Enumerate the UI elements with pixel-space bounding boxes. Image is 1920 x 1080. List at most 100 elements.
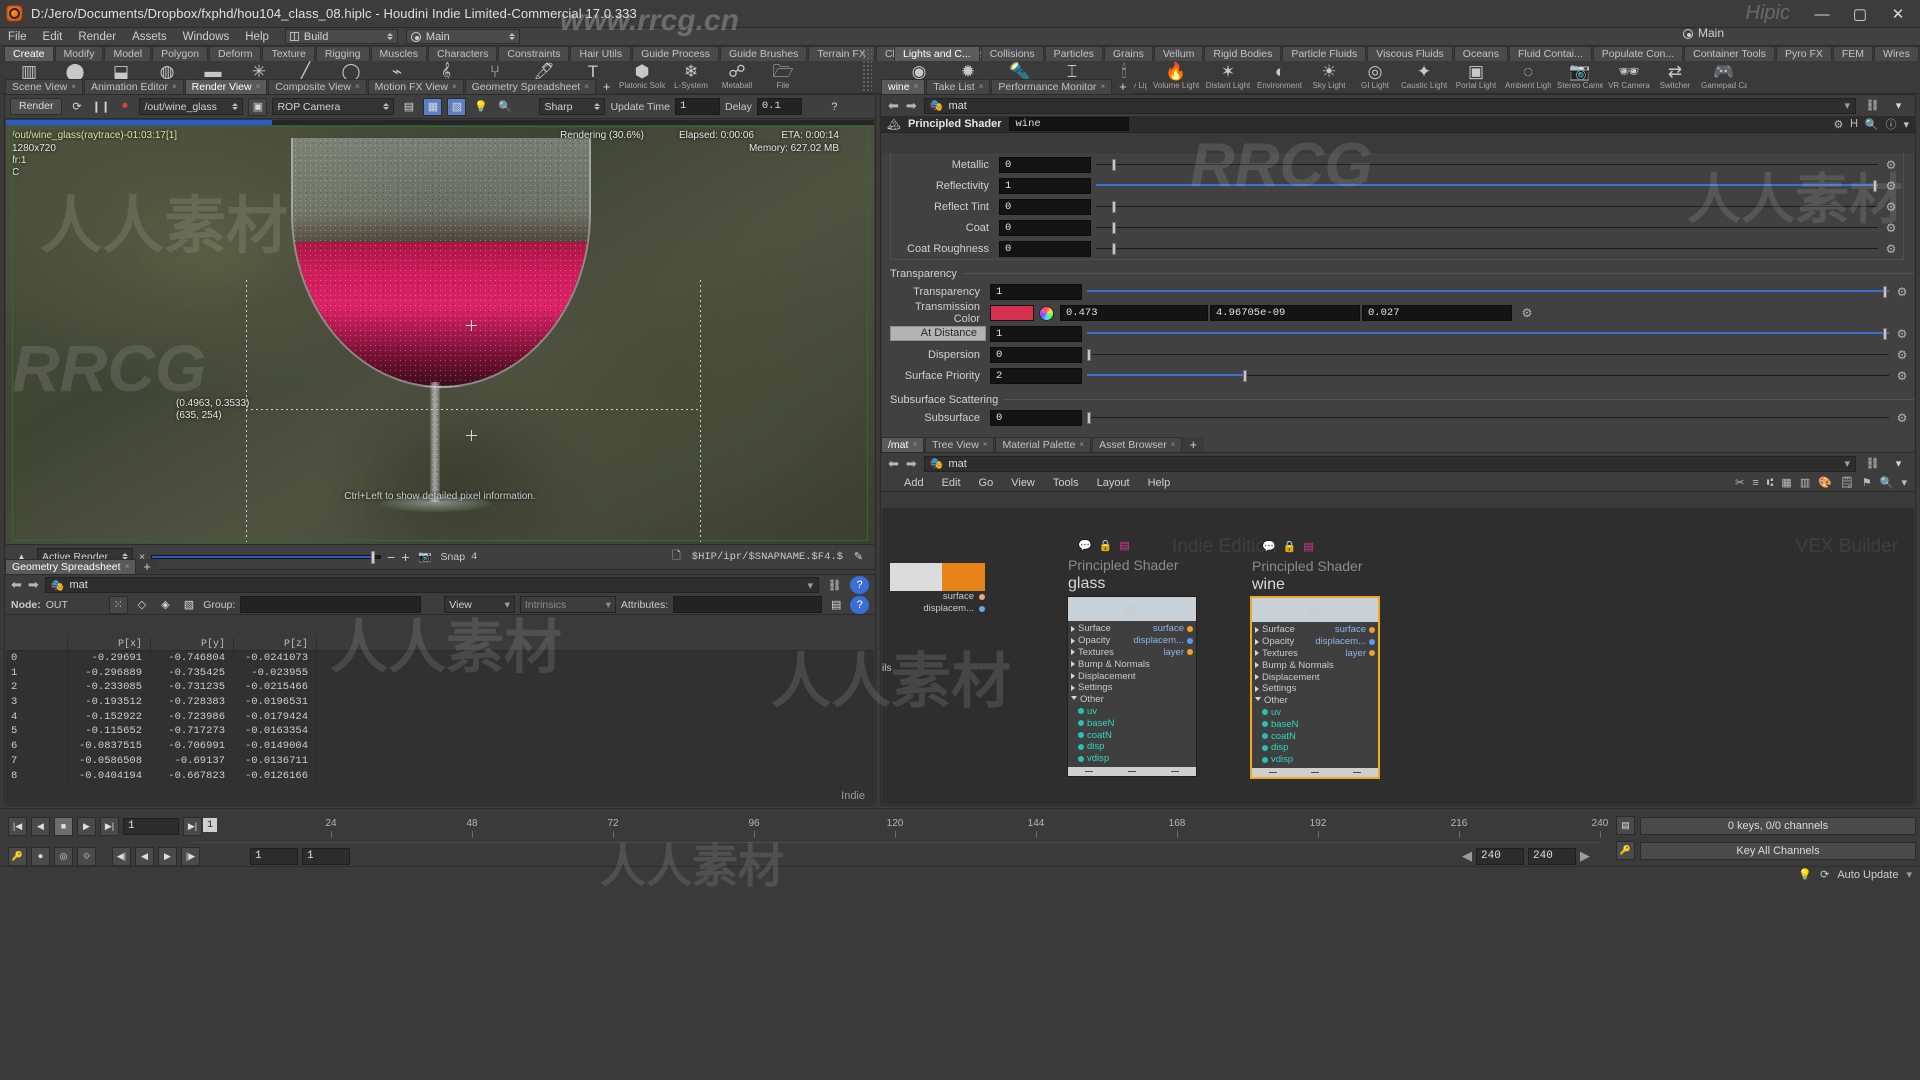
menu-help[interactable]: Help	[237, 28, 277, 46]
network-menu-tools[interactable]: Tools	[1044, 474, 1088, 492]
tab-close-icon[interactable]: ×	[914, 80, 919, 94]
node-output-dot-icon[interactable]	[1369, 638, 1375, 645]
grid-icon[interactable]: ▦	[1781, 476, 1791, 489]
node-param-settings[interactable]: Settings	[1255, 683, 1378, 695]
transmission-gear-icon[interactable]: ⚙	[1520, 306, 1534, 320]
shelf-tool-l-system[interactable]: ❄ L-System	[668, 61, 714, 90]
transparency-field[interactable]: 1	[990, 284, 1082, 301]
shelf-tab-deform[interactable]: Deform	[209, 46, 262, 61]
shelf-tool-caustic-light[interactable]: ✦ Caustic Light	[1398, 61, 1450, 90]
network-tab-tree-view[interactable]: Tree View ×	[925, 437, 995, 452]
node-param-textures[interactable]: Textures layer	[1071, 647, 1196, 659]
viewport-tab-scene-view[interactable]: Scene View ×	[5, 79, 83, 94]
at-distance-gear-icon[interactable]: ⚙	[1895, 327, 1909, 341]
node-footer[interactable]	[1068, 766, 1196, 776]
reflectivity-gear-icon[interactable]: ⚙	[1884, 179, 1898, 193]
param-link-icon[interactable]: ⛓	[1863, 97, 1882, 115]
shelf-tab-muscles[interactable]: Muscles	[370, 46, 428, 61]
subsurface-gear-icon[interactable]: ⚙	[1895, 411, 1909, 425]
chevron-right-icon[interactable]	[1255, 638, 1259, 645]
tab-close-icon[interactable]: ×	[172, 80, 177, 94]
menu-edit[interactable]: Edit	[35, 28, 71, 46]
shelf-tool-portal-light[interactable]: ▣ Portal Light	[1450, 61, 1502, 90]
node-param-textures[interactable]: Textures layer	[1255, 648, 1378, 660]
shelf-tab-rigging[interactable]: Rigging	[315, 46, 370, 61]
dispersion-field[interactable]: 0	[990, 346, 1082, 363]
subsurface-field[interactable]: 0	[990, 410, 1082, 427]
chevron-right-icon[interactable]	[1071, 625, 1075, 632]
render-canvas[interactable]: /out/wine_glass(raytrace)-01:03:17[1] 12…	[6, 120, 874, 545]
points-mode-icon[interactable]: ⁙	[108, 595, 128, 614]
reflectivity-field[interactable]: 1	[999, 178, 1091, 195]
node-param-surface[interactable]: Surface surface	[1255, 624, 1378, 636]
intrinsics-select[interactable]: Intrinsics ▾	[519, 596, 616, 613]
node-subparam-vdisp[interactable]: vdisp	[1071, 753, 1196, 765]
shelf-tool-file[interactable]: 🗁 File	[760, 61, 806, 90]
node-param-displacement[interactable]: Displacement	[1255, 671, 1378, 683]
range-expand-icon[interactable]: ▶	[1580, 848, 1590, 864]
metallic-gear-icon[interactable]: ⚙	[1884, 158, 1898, 172]
layers-icon[interactable]: ▤	[1303, 540, 1313, 553]
coat-roughness-field[interactable]: 0	[999, 240, 1091, 257]
menu-assets[interactable]: Assets	[124, 28, 175, 46]
transmission-g-field[interactable]: 4.96705e-09	[1210, 305, 1360, 322]
node-param-opacity[interactable]: Opacity displacem...	[1071, 635, 1196, 647]
help-icon[interactable]: ?	[825, 98, 844, 116]
geo-col-header[interactable]: P[y]	[151, 638, 234, 650]
gear-icon[interactable]: ⚙	[1833, 118, 1843, 131]
pause-icon[interactable]: ❙❙	[91, 98, 110, 116]
tab-close-icon[interactable]: ×	[71, 80, 76, 94]
shelf-tool-platonic-solids[interactable]: ⬢Platonic Solids	[616, 61, 668, 90]
tab-close-icon[interactable]: ×	[452, 80, 457, 94]
network-path-field[interactable]: 🎭 mat ▾	[923, 455, 1856, 472]
node-subparam-disp[interactable]: disp	[1071, 741, 1196, 753]
snapshot-icon[interactable]: ▣	[248, 97, 268, 116]
table-row[interactable]: 0 -0.29691 -0.746804 -0.0241073	[6, 651, 874, 666]
shelf-tab-fluid-contai-[interactable]: Fluid Contai...	[1508, 46, 1592, 61]
shelf-tab-polygon[interactable]: Polygon	[152, 46, 209, 61]
metallic-slider[interactable]	[1096, 157, 1878, 173]
reflect-tint-slider[interactable]	[1096, 199, 1878, 215]
chevron-down-icon[interactable]	[1071, 696, 1077, 703]
at-distance-slider[interactable]	[1087, 326, 1889, 342]
param-tab-take-list[interactable]: Take List ×	[926, 79, 991, 94]
range-collapse-icon[interactable]: ◀	[1462, 848, 1472, 864]
param-forward-arrow-icon[interactable]: ➡	[906, 98, 917, 114]
stop-record-icon[interactable]: ⏺	[115, 98, 134, 116]
network-path-dropdown-icon[interactable]: ▾	[1844, 457, 1850, 470]
tab-close-icon[interactable]: ×	[912, 438, 917, 452]
param-tab-wine[interactable]: wine ×	[881, 79, 926, 94]
subsurface-slider[interactable]	[1087, 410, 1889, 426]
output-path-field[interactable]: $HIP/ipr/$SNAPNAME.$F4.$	[692, 551, 843, 563]
desktop-spinner-icon[interactable]	[508, 33, 515, 40]
node-param-settings[interactable]: Settings	[1071, 682, 1196, 694]
reflectivity-slider[interactable]	[1096, 178, 1878, 194]
node-subparam-dot-icon[interactable]	[1262, 721, 1268, 728]
shelf-tab-oceans[interactable]: Oceans	[1453, 46, 1508, 61]
shelf-tool-distant-light[interactable]: ✶ Distant Light	[1202, 61, 1254, 90]
status-refresh-icon[interactable]: ⟳	[1820, 868, 1829, 881]
magnifier-icon[interactable]: 🔍	[495, 98, 514, 116]
shelf-divider-handle[interactable]	[862, 48, 872, 92]
exposure-slider[interactable]	[151, 550, 382, 564]
shelf-tab-characters[interactable]: Characters	[428, 46, 498, 61]
node-output-dot-icon[interactable]	[1369, 650, 1375, 657]
shelf-tool-volume-light[interactable]: 🔥 Volume Light	[1150, 61, 1202, 90]
shelf-tab-constraints[interactable]: Constraints	[498, 46, 570, 61]
shelf-tab-model[interactable]: Model	[104, 46, 152, 61]
chevron-right-icon[interactable]	[1255, 662, 1259, 669]
dispersion-slider[interactable]	[1087, 347, 1889, 363]
tab-close-icon[interactable]: ×	[125, 560, 130, 574]
at-distance-label[interactable]: At Distance	[890, 326, 986, 342]
network-forward-arrow-icon[interactable]: ➡	[906, 456, 917, 472]
camera-snapshot-icon[interactable]: 📷	[416, 548, 435, 566]
current-frame-field[interactable]: 1	[123, 817, 179, 835]
close-button[interactable]: ✕	[1880, 1, 1916, 27]
node-subparam-dot-icon[interactable]	[1262, 733, 1268, 740]
shelf-tool-ambient-light[interactable]: ◌ Ambient Light	[1502, 61, 1554, 90]
node-param-output[interactable]: displacem...	[1133, 635, 1196, 646]
node-footer[interactable]	[1252, 767, 1378, 777]
transparency-slider[interactable]	[1087, 284, 1889, 300]
chevron-right-icon[interactable]	[1255, 626, 1259, 633]
coat-roughness-gear-icon[interactable]: ⚙	[1884, 242, 1898, 256]
